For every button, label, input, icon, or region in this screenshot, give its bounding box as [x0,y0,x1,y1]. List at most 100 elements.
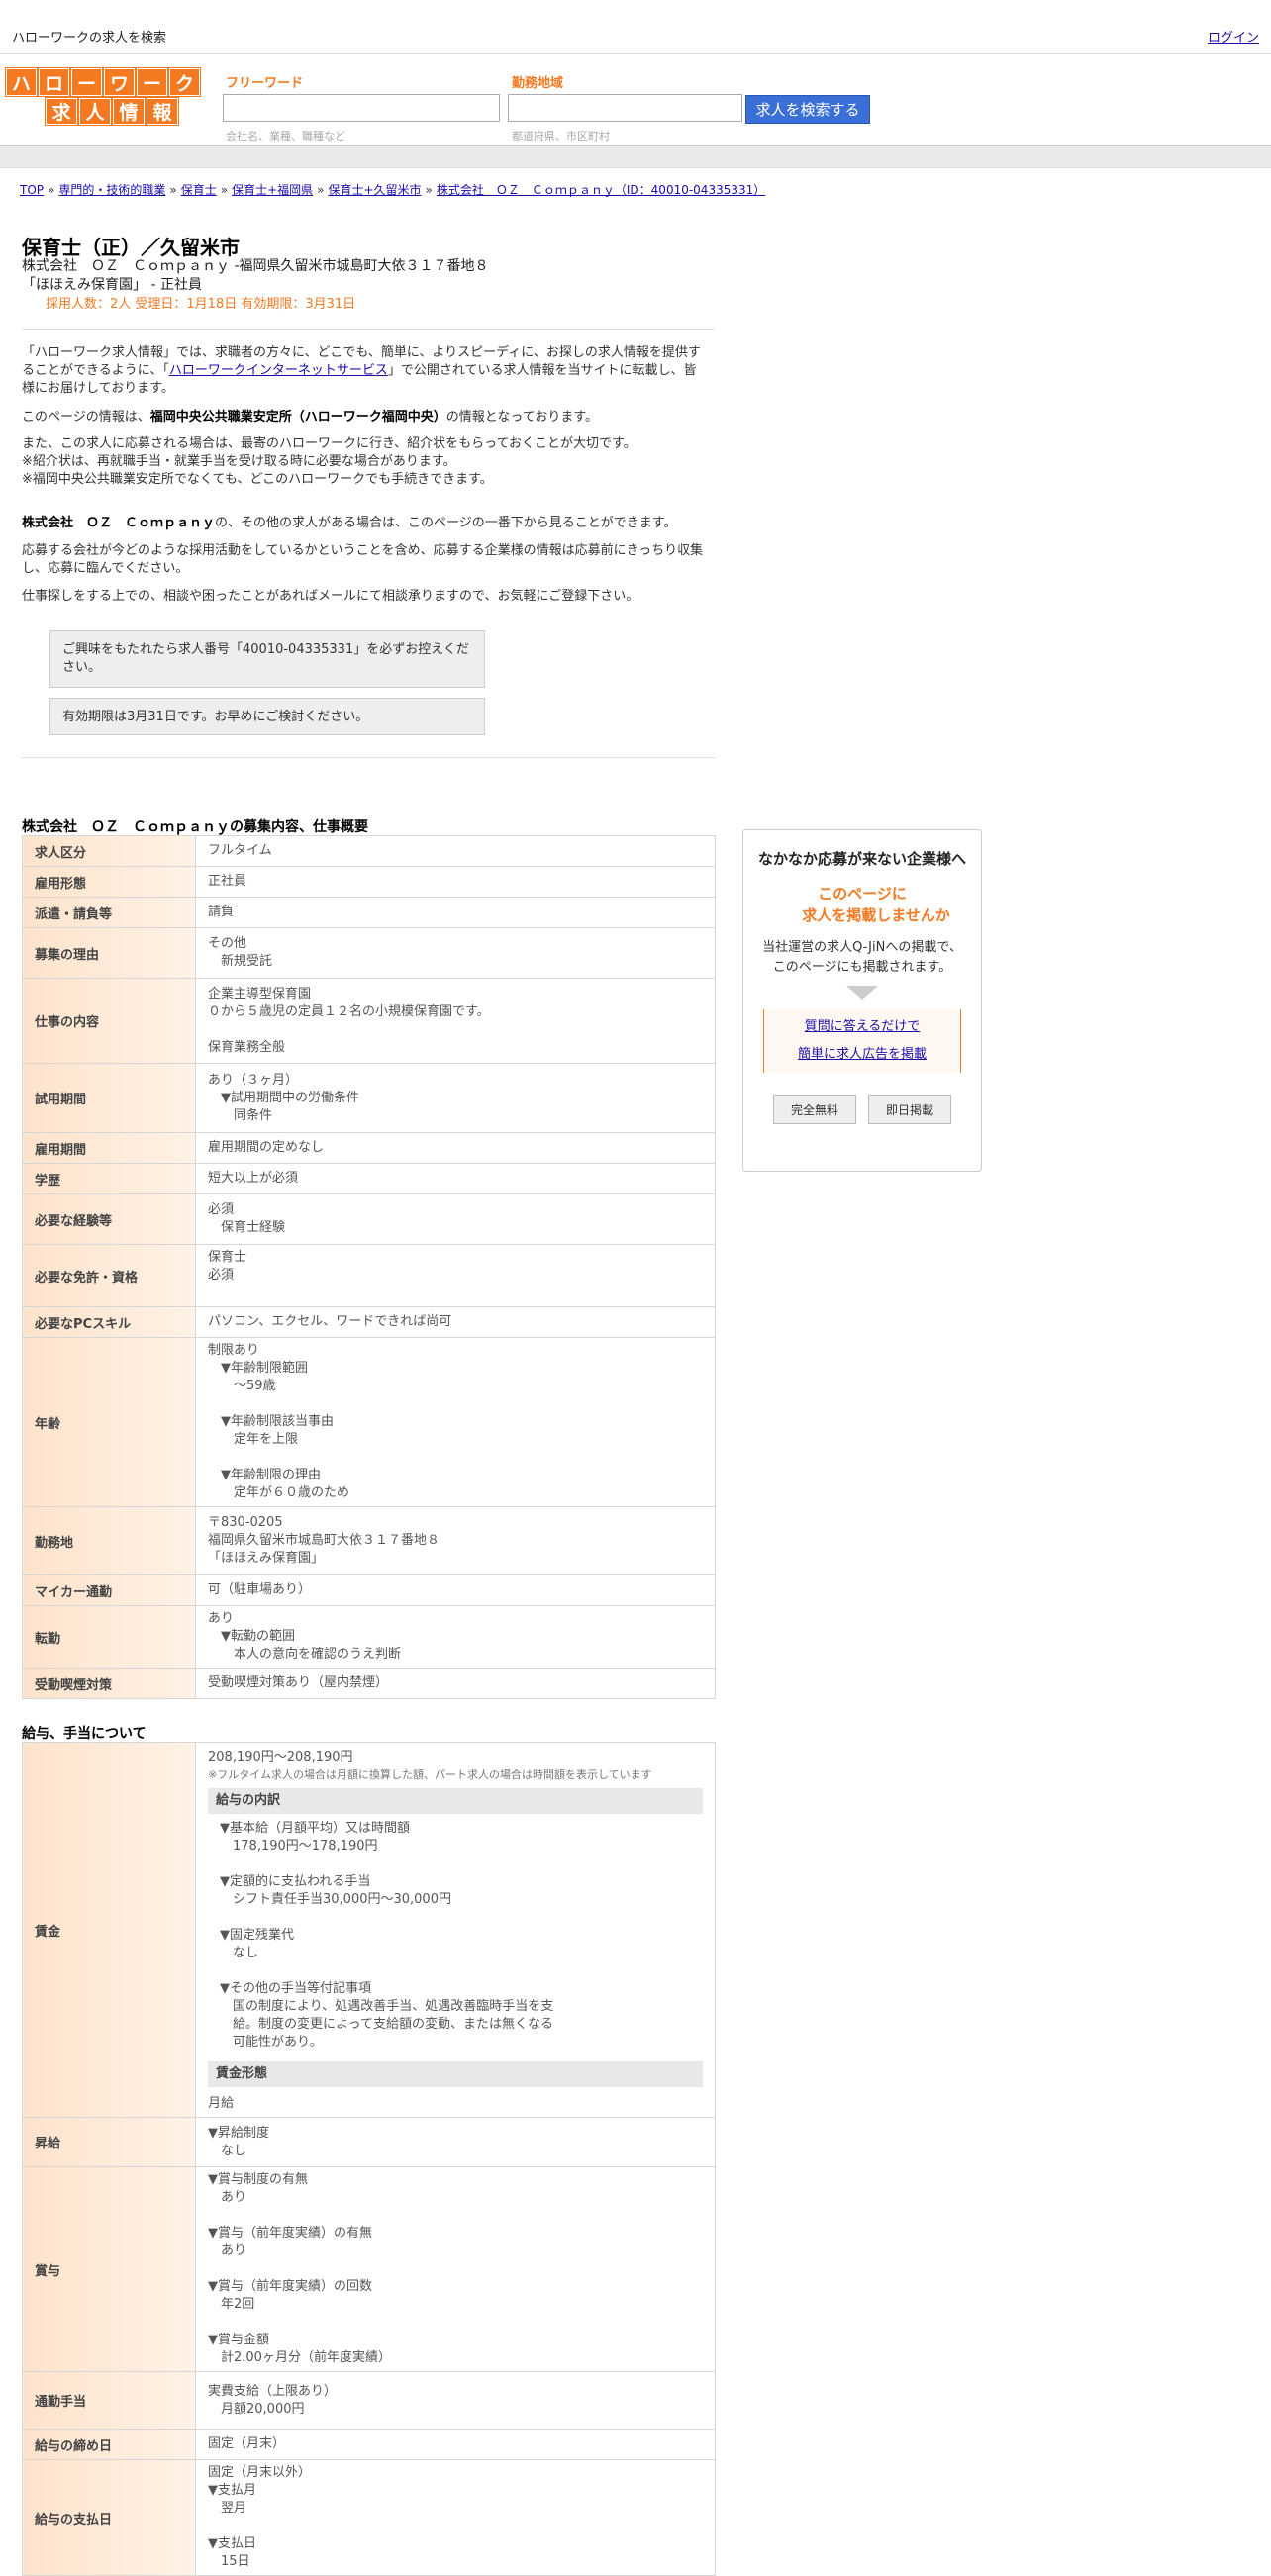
area-label: 勤務地域 [512,76,564,91]
value-line: 雇用期間の定めなし [208,1140,325,1155]
table-row: 必要なPCスキル パソコン、エクセル、ワードできれば尚可 [22,1306,716,1338]
value-line: 制限あり [208,1343,260,1358]
table-row: 昇給 ▼昇給制度 なし [22,2117,716,2167]
breadcrumb-link[interactable]: 株式会社 ＯＺ Ｃｏｍｐａｎｙ（ID：40010-04335331） [437,183,765,197]
value-line: 定年を上限 [208,1432,299,1447]
value-line: 可（駐車場あり） [208,1582,312,1597]
wage-form-value: 月給 [208,2096,235,2111]
ad-subheading-line: このページに [818,885,907,903]
row-label: 学歴 [22,1163,196,1194]
logo-letter: ク [169,68,200,96]
logo-letter: ワ [104,68,135,96]
intro-paragraph-6: 仕事探しをする上での、相談や困ったことがあればメールにて相談承りますので、お気軽… [22,589,639,604]
row-value: 〒830-0205 福岡県久留米市城島町大依３１７番地８ 「ほほえみ保育園」 [195,1506,716,1575]
same-day-badge[interactable]: 即日掲載 [868,1095,951,1124]
row-label: 昇給 [22,2117,196,2167]
table-row: 必要な免許・資格 保育士 必須 [22,1244,716,1307]
value-line: 年2回 [208,2297,255,2312]
value-line: 請負 [208,905,235,919]
row-label: 必要なPCスキル [22,1306,196,1338]
value-line: ▼賞与（前年度実績）の回数 [208,2279,372,2294]
ad-text-line: このページにも掲載されます。 [772,960,952,975]
wage-cell: 208,190円〜208,190円 ※フルタイム求人の場合は月額に換算した額、パ… [195,1742,716,2118]
value-line: ▼昇給制度 [208,2125,269,2141]
login-link[interactable]: ログイン [1208,27,1259,46]
value-line: ０から５歳児の定員１２名の小規模保育園です。 [208,1003,490,1019]
value-line: ▼賞与制度の有無 [208,2172,308,2187]
value-line: 福岡県久留米市城島町大依３１７番地８ [208,1533,440,1548]
row-value: 固定（月末） [195,2429,716,2460]
row-label: マイカー通勤 [22,1574,196,1606]
intro-paragraph-4: 株式会社 ＯＺ Ｃｏｍｐａｎｙの、その他の求人がある場合は、このページの一番下か… [22,515,709,532]
value-line: ▼試用期間中の労働条件 [208,1090,359,1105]
row-value: 請負 [195,897,716,928]
breadcrumb-link[interactable]: 保育士+久留米市 [328,183,421,197]
breadcrumb-separator: » [220,183,229,197]
table-row: 雇用期間 雇用期間の定めなし [22,1132,716,1164]
overview-heading: 株式会社 ＯＺ Ｃｏｍｐａｎｙの募集内容、仕事概要 [22,819,368,835]
breadcrumb-link[interactable]: TOP [20,183,44,197]
ad-badges: 完全無料 即日掲載 [743,1095,981,1124]
table-row: 仕事の内容 企業主導型保育園 ０から５歳児の定員１２名の小規模保育園です。 保育業務… [22,978,716,1064]
value-line: あり [208,2243,247,2258]
value-line: ▼転勤の範囲 [208,1629,295,1644]
breadcrumb-link[interactable]: 専門的・技術的職業 [58,183,165,197]
value-line: 翌月 [208,2501,247,2516]
breakdown-line: ▼固定残業代 [220,1928,294,1943]
ad-link-question[interactable]: 質問に答えるだけで [764,1013,960,1041]
value-line [208,1285,703,1302]
breakdown-list: ▼基本給（月額平均）又は時間額 178,190円〜178,190円 ▼定額的に支… [208,1820,703,2051]
row-value: 企業主導型保育園 ０から５歳児の定員１２名の小規模保育園です。 保育業務全般 [195,978,716,1064]
breakdown-heading: 給与の内訳 [208,1788,703,1814]
freeword-hint: 会社名、業種、職種など [226,130,345,143]
value-line: なし [208,2143,247,2158]
row-label: 試用期間 [22,1063,196,1133]
value-line [208,2260,703,2278]
ad-link-post[interactable]: 簡単に求人広告を掲載 [764,1041,960,1069]
breadcrumb-link[interactable]: 保育士+福岡県 [232,183,313,197]
header-logo[interactable]: ハローワーク 求人情報 [5,67,201,126]
value-line: 受動喫煙対策あり（屋内禁煙） [208,1675,389,1690]
intro-text: このページの情報は、 [22,410,150,425]
freeword-input[interactable] [223,94,500,122]
search-button[interactable]: 求人を検索する [745,95,870,124]
row-value: 可（駐車場あり） [195,1574,716,1606]
value-line: 必須 [208,1202,235,1217]
value-line: その他 [208,936,247,951]
overview-table: 求人区分 フルタイム 雇用形態 正社員 派遣・請負等 請負 募集の理由 その他 新規受託 仕事の… [22,835,716,1699]
table-row: 試用期間 あり（３ヶ月） ▼試用期間中の労働条件 同条件 [22,1063,716,1133]
logo-letter: ハ [6,68,37,96]
breadcrumb-link[interactable]: 保育士 [181,183,217,197]
value-line: 同条件 [208,1107,273,1123]
free-badge[interactable]: 完全無料 [773,1095,856,1124]
value-line: 定年が６０歳のため [208,1485,350,1500]
divider [22,757,715,758]
table-row: 給与の支払日 固定（月末以外） ▼支払月 翌月 ▼支払日 15日 [22,2459,716,2576]
breakdown-line [220,1909,703,1927]
breakdown-line: 178,190円〜178,190円 [220,1839,378,1854]
divider [22,329,715,330]
ad-links: 質問に答えるだけで 簡単に求人広告を掲載 [763,1009,961,1073]
row-label: 必要な免許・資格 [22,1244,196,1307]
breakdown-line: 可能性があり。 [220,2035,323,2050]
hellowork-internet-link[interactable]: ハローワークインターネットサービス [169,363,388,378]
table-row: 募集の理由 その他 新規受託 [22,927,716,979]
row-label: 必要な経験等 [22,1193,196,1245]
logo-letter: ロ [39,68,69,96]
table-row: 受動喫煙対策 受動喫煙対策あり（屋内禁煙） [22,1668,716,1699]
value-line: 15日 [208,2554,250,2569]
table-row: 必要な経験等 必須 保育士経験 [22,1193,716,1245]
row-value: 固定（月末以外） ▼支払月 翌月 ▼支払日 15日 [195,2459,716,2576]
value-line: 計2.00ヶ月分（前年度実績） [208,2350,391,2365]
value-line [208,1395,703,1413]
area-input[interactable] [508,94,742,122]
row-value: ▼昇給制度 なし [195,2117,716,2167]
table-row: 年齢 制限あり ▼年齢制限範囲 〜59歳 ▼年齢制限該当事由 定年を上限 ▼年齢制… [22,1337,716,1507]
expiry-note: 有効期限は3月31日です。お早めにご検討ください。 [49,698,485,735]
breakdown-line [220,1856,703,1873]
breakdown-line: シフト責任手当30,000円〜30,000円 [220,1892,451,1907]
intro-paragraph-5: 応募する会社が今どのような採用活動をしているかということを含め、応募する企業様の… [22,543,704,576]
value-line: あり [208,2190,247,2205]
value-line: パソコン、エクセル、ワードできれば尚可 [208,1314,452,1329]
header-divider [0,145,1271,168]
